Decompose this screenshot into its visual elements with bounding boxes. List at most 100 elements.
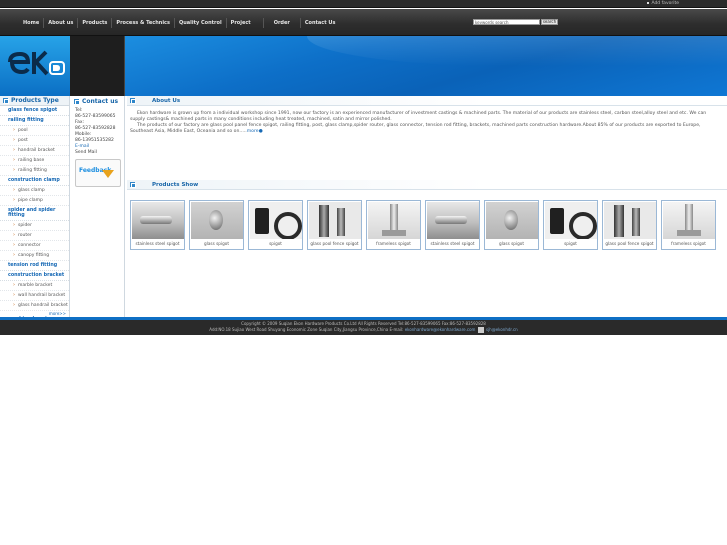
nav-process-technics[interactable]: Process & Technics [114, 20, 172, 26]
product-card[interactable]: spigot [248, 200, 303, 250]
arrow-down-icon [102, 170, 114, 178]
product-card[interactable]: stainless steel spigot [130, 200, 185, 250]
contact-title: Contact us [82, 97, 119, 105]
contact-column: Contact us Tel: 86-527-83599065 Fax: 86-… [72, 96, 125, 318]
products-show-title: Products Show [152, 181, 199, 188]
footer-address-line: Add:NO.18 Sujiao West Road Shuyang Econo… [0, 327, 727, 333]
about-more-link[interactable]: more [247, 129, 259, 134]
product-card[interactable]: glass pool fence spigot [602, 200, 657, 250]
main-nav: Home About us Products Process & Technic… [18, 9, 337, 36]
subcategory-railing-fitting[interactable]: railing fitting [0, 166, 69, 176]
pool-fence-spigot-photo-icon[interactable] [604, 202, 656, 239]
product-caption[interactable]: stainless steel spigot [132, 241, 183, 246]
add-favorite-link[interactable]: Add favorite [647, 1, 679, 6]
frameless-spigot-photo-icon[interactable] [368, 202, 420, 239]
product-card[interactable]: frameless spigot [661, 200, 716, 250]
nav-divider [77, 17, 79, 28]
product-card[interactable]: spigot [543, 200, 598, 250]
about-paragraph-2: The products of our factory are glass po… [130, 123, 717, 135]
nav-contact-us[interactable]: Contact Us [303, 20, 338, 26]
product-caption[interactable]: glass pool fence spigot [604, 241, 655, 246]
nav-home[interactable]: Home [21, 20, 41, 26]
about-text: Ekon hardware is grown up from a individ… [127, 106, 727, 180]
product-caption[interactable]: spigot [250, 241, 301, 246]
logo-panel [0, 36, 70, 96]
footer-email-link[interactable]: ekonhardware@ekonhardware.com [405, 327, 476, 332]
about-header: About Us [127, 96, 727, 106]
about-title: About Us [152, 97, 181, 104]
contact-details: Tel: 86-527-83599065 Fax: 86-527-8359282… [72, 106, 124, 156]
subcategory-handrail-bracket[interactable]: handrail bracket [0, 146, 69, 156]
nav-divider [225, 17, 227, 28]
nav-divider [174, 17, 175, 28]
section-square-icon [130, 98, 136, 104]
category-construction-clamp[interactable]: construction clamp [0, 176, 69, 186]
product-caption[interactable]: glass spigot [486, 241, 537, 246]
banner [0, 36, 727, 96]
subcategory-pipe-clamp[interactable]: pipe clamp [0, 196, 69, 206]
section-square-icon [130, 182, 136, 188]
subcategory-glass-clamp[interactable]: glass clamp [0, 186, 69, 196]
frameless-spigot-photo-icon[interactable] [663, 202, 715, 239]
glass-spigot-photo-icon[interactable] [191, 202, 243, 239]
nav-quality-control[interactable]: Quality Control [177, 20, 224, 26]
banner-dark-column [70, 36, 125, 96]
product-caption[interactable]: glass spigot [191, 241, 242, 246]
section-square-icon [74, 98, 80, 105]
footer-qq[interactable]: sjh@ekonhdr.cn [486, 327, 518, 332]
add-favorite-label: Add favorite [651, 1, 679, 6]
category-construction-bracket[interactable]: construction bracket [0, 271, 69, 281]
nav-project[interactable]: Project [229, 20, 261, 26]
contact-header: Contact us [72, 96, 124, 106]
pool-fence-spigot-photo-icon[interactable] [309, 202, 361, 239]
subcategory-router[interactable]: router [0, 231, 69, 241]
subcategory-pool[interactable]: pool [0, 126, 69, 136]
product-card[interactable]: glass pool fence spigot [307, 200, 362, 250]
products-gallery: stainless steel spigot glass spigot spig… [130, 200, 716, 250]
search-input[interactable] [473, 19, 540, 25]
product-caption[interactable]: frameless spigot [368, 241, 419, 246]
product-caption[interactable]: stainless steel spigot [427, 241, 478, 246]
glass-spigot-photo-icon[interactable] [486, 202, 538, 239]
subcategory-marble-bracket[interactable]: marble bracket [0, 281, 69, 291]
spigot-photo-icon[interactable] [250, 202, 302, 239]
product-card[interactable]: stainless steel spigot [425, 200, 480, 250]
subcategory-spider[interactable]: spider [0, 221, 69, 231]
footer: Copyright © 2009 Suqian Ekon Hardware Pr… [0, 320, 727, 335]
banner-wave [307, 36, 727, 66]
subcategory-post[interactable]: post [0, 136, 69, 146]
subcategory-railing-base[interactable]: railing base [0, 156, 69, 166]
subcategory-wall-handrail-bracket[interactable]: wall handrail bracket [0, 291, 69, 301]
nav-divider [111, 17, 113, 28]
product-card[interactable]: frameless spigot [366, 200, 421, 250]
category-railing-fitting[interactable]: railing fitting [0, 116, 69, 126]
product-card[interactable]: glass spigot [189, 200, 244, 250]
product-caption[interactable]: spigot [545, 241, 596, 246]
spigot-photo-icon[interactable] [545, 202, 597, 239]
nav-products[interactable]: Products [80, 20, 109, 26]
search-button[interactable]: search [541, 19, 558, 25]
feedback-button[interactable]: Feedback [75, 159, 121, 187]
top-strip: Add favorite [0, 0, 727, 8]
nav-about-us[interactable]: About us [46, 20, 75, 26]
products-show-header: Products Show [127, 180, 727, 190]
sidebar-header: Products Type [0, 96, 69, 106]
product-card[interactable]: glass spigot [484, 200, 539, 250]
subcategory-canopy-fitting[interactable]: canopy fitting [0, 251, 69, 261]
nav-divider [299, 17, 301, 28]
category-tension-rod-fitting[interactable]: tension rod fitting [0, 261, 69, 271]
stainless-spigot-photo-icon[interactable] [132, 202, 184, 239]
nav-order[interactable]: Order [266, 20, 298, 26]
product-caption[interactable]: glass pool fence spigot [309, 241, 360, 246]
category-spider-and-spider-fitting[interactable]: spider and spider fitting [0, 206, 69, 221]
sidebar-more-link[interactable]: more>> [49, 311, 66, 316]
about-paragraph-2-text: The products of our factory are glass po… [130, 123, 701, 134]
stainless-spigot-photo-icon[interactable] [427, 202, 479, 239]
category-glass-fence-spigot[interactable]: glass fence spigot [0, 106, 69, 116]
product-caption[interactable]: frameless spigot [663, 241, 714, 246]
qq-icon[interactable] [477, 327, 484, 333]
ekon-logo-icon[interactable] [0, 36, 70, 96]
subcategory-connector[interactable]: connector [0, 241, 69, 251]
send-mail-link[interactable]: Send Mail [75, 150, 122, 156]
subcategory-glass-handrail-bracket[interactable]: glass handrail bracket [0, 301, 69, 311]
